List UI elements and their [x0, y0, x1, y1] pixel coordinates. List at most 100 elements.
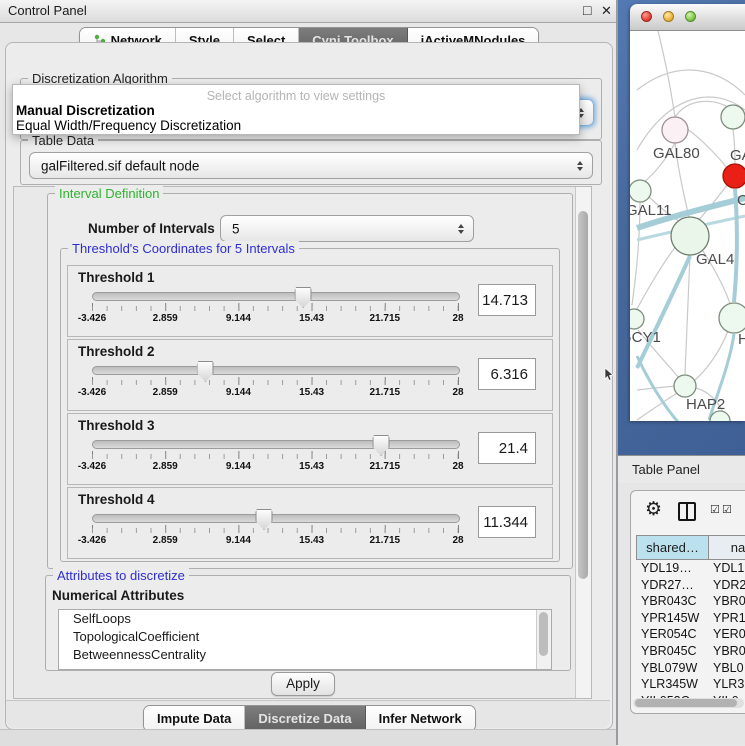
tick-label: 15.43 [299, 461, 324, 472]
interval-definition-label: Interval Definition [55, 186, 163, 201]
option-equal-width-frequency[interactable]: Equal Width/Frequency Discretization [16, 118, 579, 133]
node-hap2[interactable] [674, 375, 696, 397]
attributes-group-label: Attributes to discretize [53, 568, 189, 583]
mouse-cursor [604, 368, 614, 381]
attributes-group: Attributes to discretize Numerical Attri… [45, 575, 571, 671]
number-of-intervals-label: Number of Intervals [88, 221, 215, 236]
tick-label: 2.859 [153, 313, 178, 324]
threshold-4-slider[interactable] [92, 514, 460, 523]
table-row[interactable]: YPR145W YPR1 [636, 611, 745, 628]
algorithm-placeholder: Select algorithm to view settings [13, 89, 579, 103]
mac-minimize-icon[interactable] [663, 11, 674, 22]
tick-label: 28 [452, 535, 463, 546]
option-manual-discretization[interactable]: Manual Discretization [16, 103, 579, 118]
node-gal11[interactable] [630, 180, 651, 202]
table-row[interactable]: YBR045C YBR0 [636, 644, 745, 661]
network-window-frame: GAL80 GA GAL11 C GAL4 GCY1 H HAP2 [618, 0, 745, 455]
tick-label: 15.43 [299, 387, 324, 398]
bottom-tab-strip: Impute Data Discretize Data Infer Networ… [6, 700, 610, 728]
vertical-scrollbar-thumb[interactable] [578, 211, 588, 579]
settings-scroll-area: Interval Definition Number of Intervals … [13, 186, 592, 699]
apply-button[interactable]: Apply [271, 672, 335, 696]
tick-label: 15.43 [299, 535, 324, 546]
float-window-icon[interactable]: □ [583, 2, 591, 19]
vertical-scrollbar[interactable] [575, 187, 591, 698]
tick-label: 21.715 [370, 461, 401, 472]
table-data-label: Table Data [28, 133, 98, 148]
node-label: GA [730, 147, 745, 164]
threshold-1-slider[interactable] [92, 292, 460, 301]
tick-label: 2.859 [153, 461, 178, 472]
threshold-3-slider[interactable] [92, 440, 460, 449]
table-row[interactable]: YLR345W YLR3 [636, 677, 745, 694]
panel-title: Control Panel [8, 3, 87, 18]
checkbox-icon[interactable]: ☑ [722, 503, 732, 516]
tick-label: 9.144 [226, 313, 251, 324]
tick-label: 2.859 [153, 535, 178, 546]
column-header-name[interactable]: na [708, 535, 745, 560]
tab-discretize-data[interactable]: Discretize Data [245, 706, 365, 731]
threshold-4-box: Threshold 4 -3.4262.8599.14415.4321.7152… [67, 487, 553, 559]
tab-impute-data[interactable]: Impute Data [144, 706, 245, 731]
table-panel-title: Table Panel [632, 462, 700, 477]
tick-label: -3.426 [78, 461, 106, 472]
bottom-tab-bar: Impute Data Discretize Data Infer Networ… [143, 705, 476, 732]
threshold-3-value-field[interactable]: 21.4 [478, 432, 536, 464]
tick-label: 9.144 [226, 387, 251, 398]
network-canvas[interactable]: GAL80 GA GAL11 C GAL4 GCY1 H HAP2 [630, 31, 745, 421]
table-rows: YDL19… YDL1 YDR27… YDR2 YBR043C YBR0 [636, 561, 745, 710]
mac-close-icon[interactable] [641, 11, 652, 22]
table-row[interactable]: YBR043C YBR0 [636, 594, 745, 611]
close-icon[interactable]: ✕ [601, 2, 612, 19]
table-row[interactable]: YBL079W YBL0 [636, 661, 745, 678]
control-panel-titlebar: Control Panel □ ✕ [0, 0, 618, 23]
combo-arrows-icon [577, 161, 583, 171]
horizontal-scrollbar-thumb[interactable] [635, 699, 737, 707]
node-gal4[interactable] [671, 217, 709, 255]
list-scrollbar[interactable] [536, 610, 551, 669]
thresholds-group-label: Threshold's Coordinates for 5 Intervals [68, 241, 299, 256]
threshold-1-value-field[interactable]: 14.713 [478, 284, 536, 316]
threshold-2-value-field[interactable]: 6.316 [478, 358, 536, 390]
table-data-group: Table Data galFiltered.sif default node [20, 140, 602, 185]
table-data-combo[interactable]: galFiltered.sif default node [29, 152, 593, 179]
node-red[interactable] [723, 164, 745, 188]
tick-label: 9.144 [226, 461, 251, 472]
table-panel-card: ⚙ ☑ ☑ shared… na YDL19… YDL1 YDR27… YDR2 [630, 490, 745, 714]
tab-infer-network[interactable]: Infer Network [366, 706, 475, 731]
tick-label: 9.144 [226, 535, 251, 546]
table-panel-titlebar: Table Panel [618, 455, 745, 484]
column-header-shared[interactable]: shared… [636, 535, 709, 560]
node-h[interactable] [719, 303, 745, 333]
window-background [0, 729, 618, 746]
number-of-intervals-combo[interactable]: 5 [220, 215, 474, 242]
network-window-titlebar [630, 4, 745, 31]
table-data-value: galFiltered.sif default node [41, 158, 199, 173]
gear-icon[interactable]: ⚙ [645, 499, 662, 521]
table-row[interactable]: YDL19… YDL1 [636, 561, 745, 578]
node-gcy1[interactable] [630, 309, 644, 329]
node-label: H [738, 331, 745, 348]
tick-label: -3.426 [78, 387, 106, 398]
tick-label: 21.715 [370, 313, 401, 324]
algorithm-dropdown-popup: Select algorithm to view settings Manual… [12, 84, 580, 135]
table-row[interactable]: YDR27… YDR2 [636, 578, 745, 595]
threshold-4-value-field[interactable]: 11.344 [478, 506, 536, 538]
interval-definition-group: Interval Definition Number of Intervals … [47, 193, 573, 569]
node-label: GCY1 [630, 329, 661, 346]
checkbox-icon[interactable]: ☑ [710, 503, 720, 516]
list-item[interactable]: SelfLoops [59, 610, 551, 628]
column-layout-icon[interactable] [678, 502, 696, 521]
table-row[interactable]: YER054C YER0 [636, 627, 745, 644]
tick-label: 21.715 [370, 387, 401, 398]
node-top-right[interactable] [721, 105, 745, 129]
mac-zoom-icon[interactable] [685, 11, 696, 22]
threshold-2-box: Threshold 2 -3.4262.8599.14415.4321.7152… [67, 339, 553, 411]
list-item[interactable]: TopologicalCoefficient [59, 628, 551, 646]
network-view-window: GAL80 GA GAL11 C GAL4 GCY1 H HAP2 [630, 4, 745, 421]
threshold-2-slider[interactable] [92, 366, 460, 375]
tick-label: -3.426 [78, 535, 106, 546]
node-gal80[interactable] [662, 117, 688, 143]
list-item[interactable]: BetweennessCentrality [59, 646, 551, 664]
horizontal-scrollbar[interactable] [633, 698, 744, 708]
